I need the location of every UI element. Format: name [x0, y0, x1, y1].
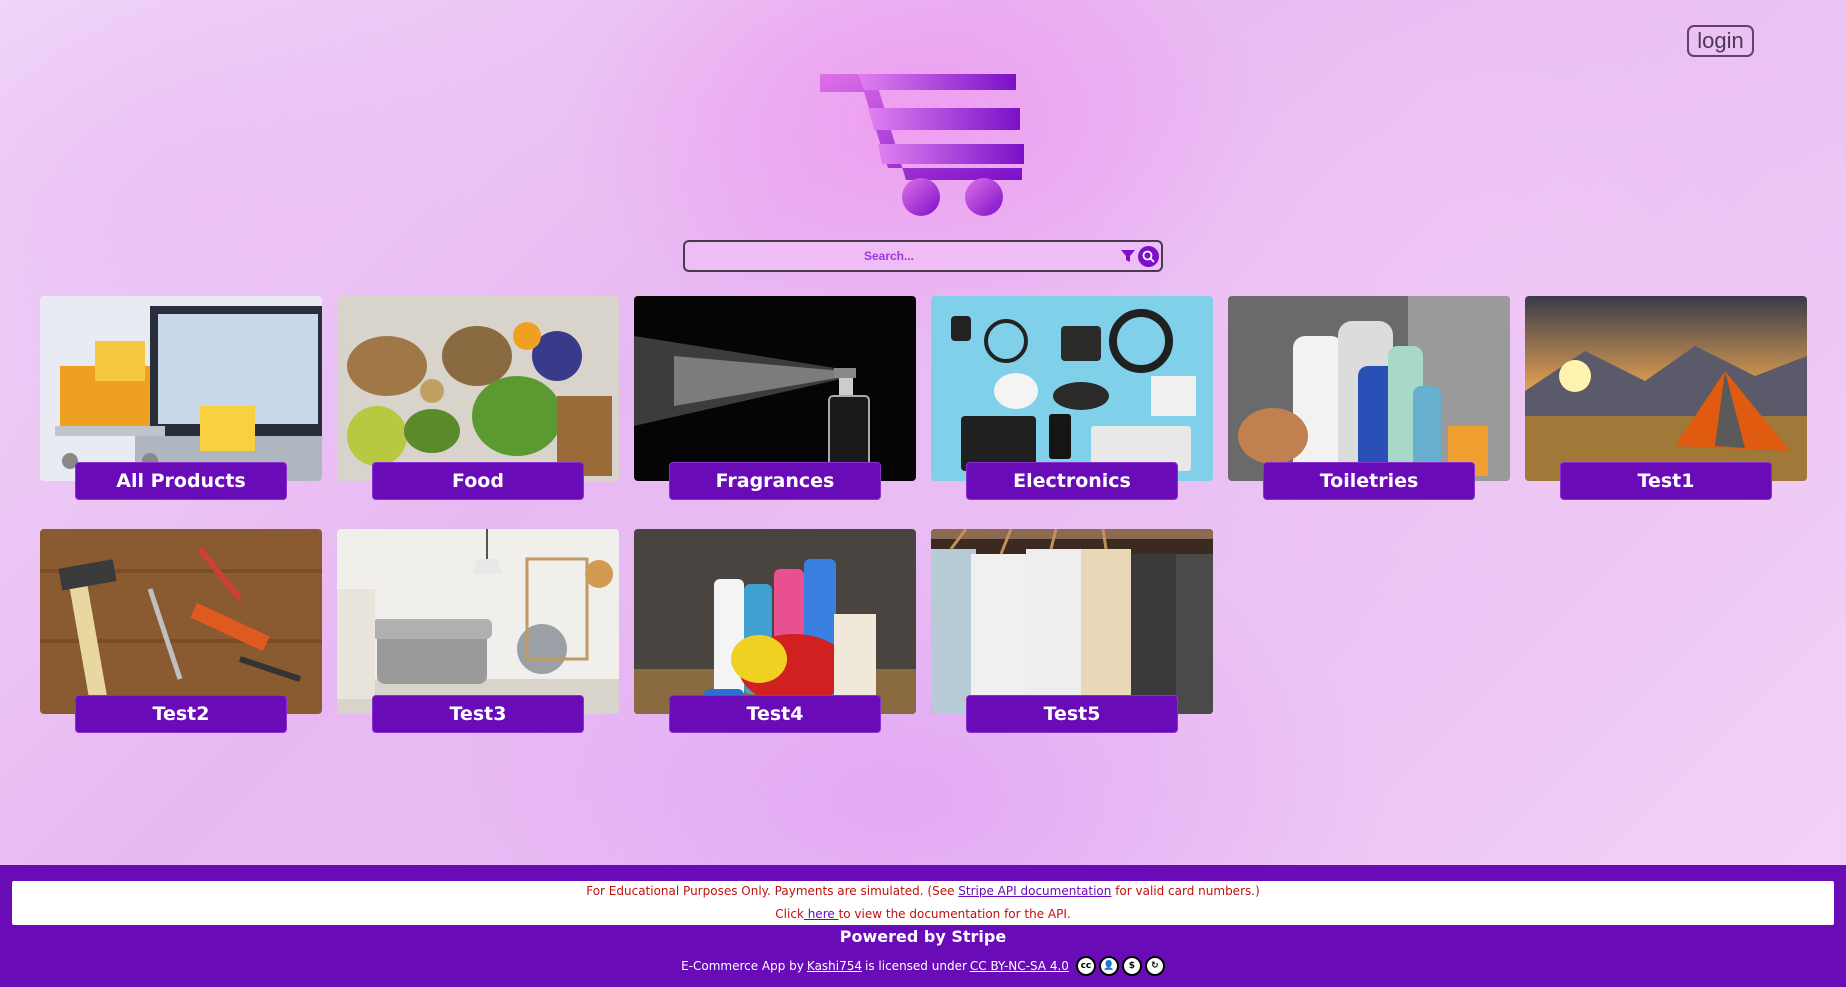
educational-notice: For Educational Purposes Only. Payments …	[12, 881, 1834, 925]
category-card-all-products[interactable]: All Products	[40, 296, 322, 500]
notice-text: for valid card numbers.)	[1111, 884, 1260, 898]
category-label: Test1	[1560, 462, 1772, 500]
category-card-test2[interactable]: Test2	[40, 529, 322, 733]
footer: For Educational Purposes Only. Payments …	[0, 865, 1846, 987]
category-card-test3[interactable]: Test3	[337, 529, 619, 733]
stripe-api-docs-link[interactable]: Stripe API documentation	[958, 884, 1111, 898]
cart-logo[interactable]	[816, 70, 1030, 218]
category-label: All Products	[75, 462, 287, 500]
license-text: is licensed under	[865, 959, 967, 973]
category-card-test4[interactable]: Test4	[634, 529, 916, 733]
living-room-image	[337, 529, 619, 714]
sa-icon: ↻	[1144, 956, 1165, 976]
notice-text: to view the documentation for the API.	[838, 907, 1071, 921]
category-card-test1[interactable]: Test1	[1525, 296, 1807, 500]
cc-license-icons[interactable]: cc 👤 $ ↻	[1075, 956, 1165, 976]
by-icon: 👤	[1098, 956, 1119, 976]
license-text: E-Commerce App by	[681, 959, 804, 973]
search-input[interactable]	[689, 245, 1089, 267]
powered-by-stripe: Powered by Stripe	[839, 927, 1007, 946]
perfume-spray-image	[634, 296, 916, 481]
api-docs-here-link[interactable]: here	[804, 907, 839, 921]
category-label: Food	[372, 462, 584, 500]
healthy-food-image	[337, 296, 619, 481]
shopping-cart-laptop-image	[40, 296, 322, 481]
search-bar	[683, 240, 1163, 272]
search-icon[interactable]	[1138, 246, 1159, 267]
category-label: Test3	[372, 695, 584, 733]
electronics-flatlay-image	[931, 296, 1213, 481]
notice-line-2: Click here to view the documentation for…	[12, 907, 1834, 921]
license-line: E-Commerce App by Kashi754 is licensed u…	[0, 956, 1846, 976]
nc-icon: $	[1121, 956, 1142, 976]
tools-on-wood-image	[40, 529, 322, 714]
login-button[interactable]: login	[1687, 25, 1754, 57]
tent-mountain-sunset-image	[1525, 296, 1807, 481]
category-label: Electronics	[966, 462, 1178, 500]
toiletry-bottles-image	[1228, 296, 1510, 481]
license-link[interactable]: CC BY-NC-SA 4.0	[970, 959, 1069, 973]
category-card-food[interactable]: Food	[337, 296, 619, 500]
category-label: Toiletries	[1263, 462, 1475, 500]
notice-line-1: For Educational Purposes Only. Payments …	[12, 884, 1834, 898]
clothes-on-hangers-image	[931, 529, 1213, 714]
notice-text: For Educational Purposes Only. Payments …	[586, 884, 959, 898]
cc-icon: cc	[1075, 956, 1096, 976]
category-label: Test2	[75, 695, 287, 733]
category-label: Test5	[966, 695, 1178, 733]
author-link[interactable]: Kashi754	[807, 959, 862, 973]
shopping-cart-logo-icon	[820, 74, 1024, 216]
cleaning-supplies-image	[634, 529, 916, 714]
category-label: Fragrances	[669, 462, 881, 500]
filter-icon[interactable]	[1120, 248, 1136, 264]
category-card-test5[interactable]: Test5	[931, 529, 1213, 733]
category-label: Test4	[669, 695, 881, 733]
category-card-toiletries[interactable]: Toiletries	[1228, 296, 1510, 500]
category-card-fragrances[interactable]: Fragrances	[634, 296, 916, 500]
notice-text: Click	[775, 907, 804, 921]
category-card-electronics[interactable]: Electronics	[931, 296, 1213, 500]
